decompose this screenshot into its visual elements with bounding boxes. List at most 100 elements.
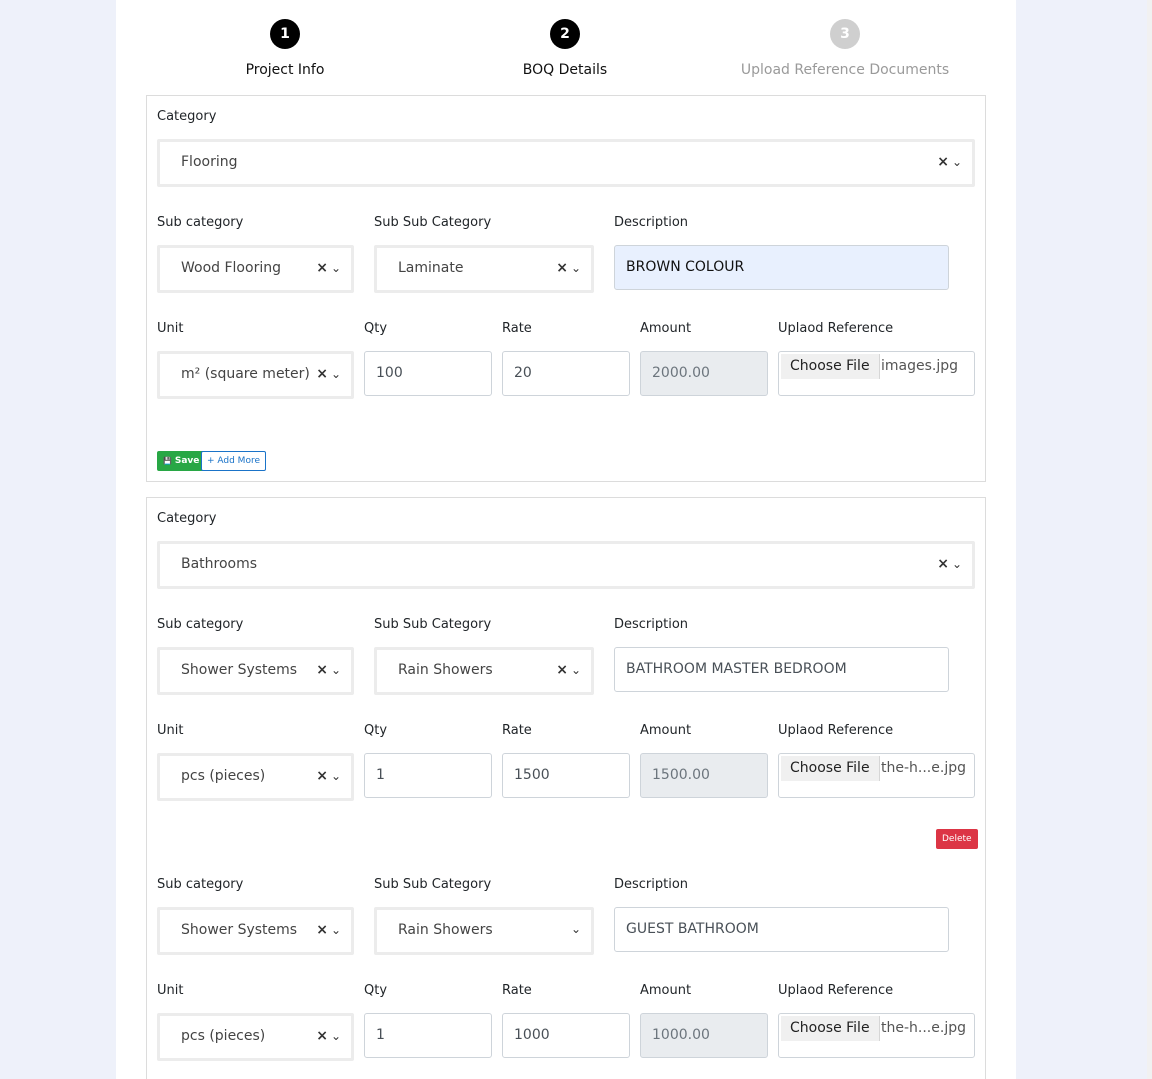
description-label: Description (614, 215, 689, 230)
unit-value: m² (square meter) (181, 366, 310, 382)
step-number: 1 (270, 19, 300, 49)
sub-category-label: Sub category (157, 617, 244, 632)
clear-icon[interactable]: × (316, 366, 328, 382)
clear-icon[interactable]: × (556, 260, 568, 276)
upload-reference-input[interactable]: Choose File the-h...e.jpg (778, 753, 975, 798)
form-page: 1 Project Info 2 BOQ Details 3 Upload Re… (116, 0, 1016, 1079)
step-boq-details[interactable]: 2 BOQ Details (445, 19, 685, 78)
clear-icon[interactable]: × (316, 662, 328, 678)
rate-label: Rate (502, 983, 532, 998)
rate-input[interactable]: 20 (502, 351, 630, 396)
unit-label: Unit (157, 983, 184, 998)
chevron-down-icon: ⌄ (951, 155, 962, 169)
unit-value: pcs (pieces) (181, 768, 266, 784)
sub-sub-category-select[interactable]: Laminate × ⌄ (374, 245, 594, 293)
amount-label: Amount (640, 723, 692, 738)
sub-sub-category-label: Sub Sub Category (374, 877, 492, 892)
chevron-down-icon: ⌄ (330, 261, 341, 275)
category-value: Flooring (181, 154, 238, 170)
step-label: Project Info (245, 62, 325, 78)
description-label: Description (614, 877, 689, 892)
qty-input[interactable]: 1 (364, 753, 492, 798)
step-upload-reference-documents[interactable]: 3 Upload Reference Documents (725, 19, 965, 78)
amount-input: 2000.00 (640, 351, 768, 396)
choose-file-button[interactable]: Choose File (781, 354, 880, 379)
qty-label: Qty (364, 983, 388, 998)
rate-input[interactable]: 1000 (502, 1013, 630, 1058)
amount-label: Amount (640, 983, 692, 998)
rate-input[interactable]: 1500 (502, 753, 630, 798)
amount-input: 1000.00 (640, 1013, 768, 1058)
clear-icon[interactable]: × (316, 768, 328, 784)
step-number: 2 (550, 19, 580, 49)
chevron-down-icon: ⌄ (951, 557, 962, 571)
chevron-down-icon: ⌄ (570, 663, 581, 677)
rate-label: Rate (502, 321, 532, 336)
unit-select[interactable]: m² (square meter) × ⌄ (157, 351, 354, 399)
category-label: Category (157, 511, 217, 526)
add-more-button[interactable]: + Add More (201, 451, 266, 471)
clear-icon[interactable]: × (316, 1028, 328, 1044)
sub-category-value: Shower Systems (181, 922, 298, 938)
description-input[interactable]: GUEST BATHROOM (614, 907, 949, 952)
category-value: Bathrooms (181, 556, 258, 572)
rate-label: Rate (502, 723, 532, 738)
unit-select[interactable]: pcs (pieces) × ⌄ (157, 1013, 354, 1061)
amount-label: Amount (640, 321, 692, 336)
save-button-label: Save (174, 456, 200, 466)
category-select[interactable]: Flooring × ⌄ (157, 139, 975, 187)
unit-value: pcs (pieces) (181, 1028, 266, 1044)
upload-reference-input[interactable]: Choose File the-h...e.jpg (778, 1013, 975, 1058)
file-name: the-h...e.jpg (881, 760, 966, 776)
sub-category-select[interactable]: Wood Flooring × ⌄ (157, 245, 354, 293)
chevron-down-icon: ⌄ (330, 1029, 341, 1043)
sub-sub-category-value: Laminate (398, 260, 464, 276)
sub-sub-category-select[interactable]: Rain Showers ⌄ (374, 907, 594, 955)
choose-file-button[interactable]: Choose File (781, 756, 880, 781)
sub-sub-category-label: Sub Sub Category (374, 215, 492, 230)
chevron-down-icon: ⌄ (570, 922, 581, 936)
save-button[interactable]: 💾 Save (157, 451, 206, 471)
sub-category-select[interactable]: Shower Systems × ⌄ (157, 907, 354, 955)
chevron-down-icon: ⌄ (570, 261, 581, 275)
sub-sub-category-label: Sub Sub Category (374, 617, 492, 632)
description-input[interactable]: BATHROOM MASTER BEDROOM (614, 647, 949, 692)
qty-input[interactable]: 100 (364, 351, 492, 396)
chevron-down-icon: ⌄ (330, 663, 341, 677)
file-name: images.jpg (881, 358, 959, 374)
sub-sub-category-select[interactable]: Rain Showers × ⌄ (374, 647, 594, 695)
upload-reference-label: Uplaod Reference (778, 723, 894, 738)
amount-input: 1500.00 (640, 753, 768, 798)
unit-label: Unit (157, 321, 184, 336)
category-select[interactable]: Bathrooms × ⌄ (157, 541, 975, 589)
sub-category-select[interactable]: Shower Systems × ⌄ (157, 647, 354, 695)
step-label: BOQ Details (522, 62, 608, 78)
clear-icon[interactable]: × (556, 662, 568, 678)
step-project-info[interactable]: 1 Project Info (165, 19, 405, 78)
sub-category-label: Sub category (157, 877, 244, 892)
chevron-down-icon: ⌄ (330, 367, 341, 381)
boq-card-bathrooms: Category Bathrooms × ⌄ Sub category Sub S… (146, 497, 986, 1079)
clear-icon[interactable]: × (937, 154, 949, 170)
sub-sub-category-value: Rain Showers (398, 662, 493, 678)
upload-reference-label: Uplaod Reference (778, 321, 894, 336)
boq-card-flooring: Category Flooring × ⌄ Sub category Sub Su… (146, 95, 986, 482)
clear-icon[interactable]: × (316, 922, 328, 938)
sub-category-value: Wood Flooring (181, 260, 281, 276)
upload-reference-input[interactable]: Choose File images.jpg (778, 351, 975, 396)
qty-label: Qty (364, 723, 388, 738)
scrollbar[interactable] (1147, 0, 1152, 1079)
clear-icon[interactable]: × (316, 260, 328, 276)
chevron-down-icon: ⌄ (330, 923, 341, 937)
clear-icon[interactable]: × (937, 556, 949, 572)
step-label: Upload Reference Documents (740, 62, 950, 78)
description-label: Description (614, 617, 689, 632)
category-label: Category (157, 109, 217, 124)
choose-file-button[interactable]: Choose File (781, 1016, 880, 1041)
description-input[interactable]: BROWN COLOUR (614, 245, 949, 290)
delete-button[interactable]: Delete (936, 829, 978, 849)
qty-label: Qty (364, 321, 388, 336)
sub-category-value: Shower Systems (181, 662, 298, 678)
qty-input[interactable]: 1 (364, 1013, 492, 1058)
unit-select[interactable]: pcs (pieces) × ⌄ (157, 753, 354, 801)
